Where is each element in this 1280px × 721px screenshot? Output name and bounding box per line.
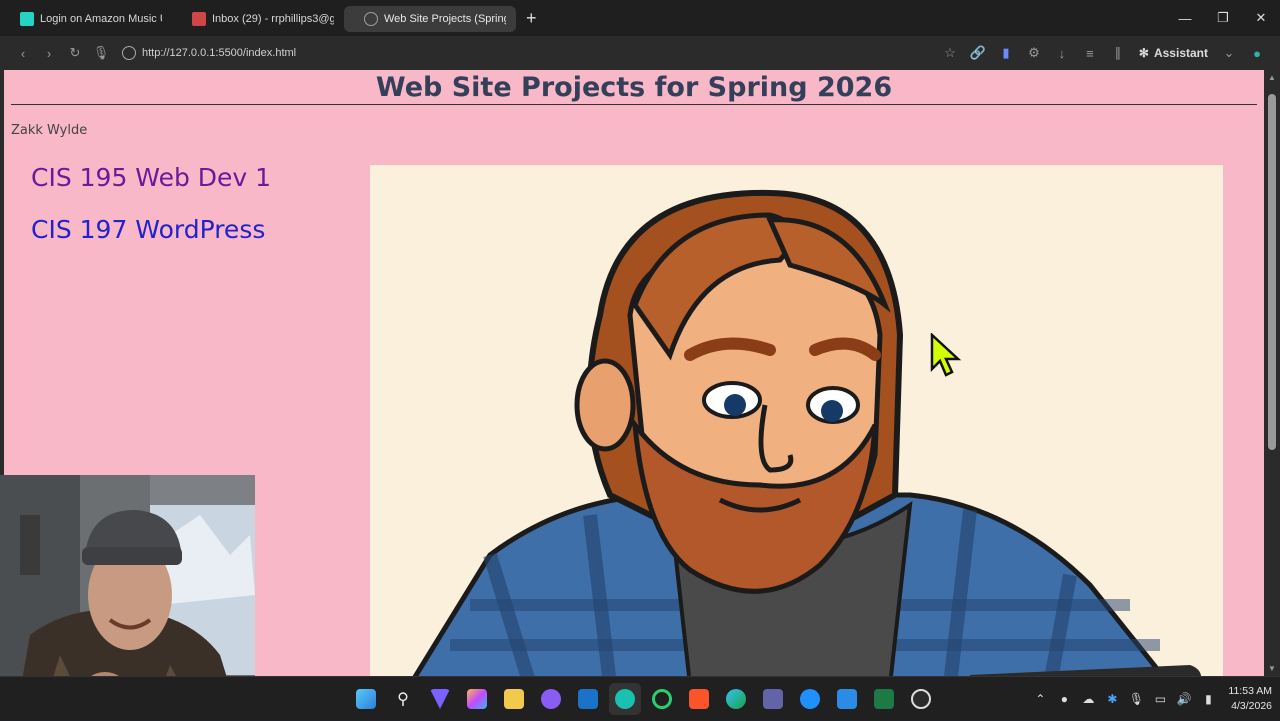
assistant-icon: ✻ — [1138, 46, 1149, 60]
folder-icon — [504, 689, 524, 709]
volume-icon[interactable]: 🔊 — [1176, 691, 1192, 707]
outlook-icon — [578, 689, 598, 709]
taskbar-app-obs[interactable] — [905, 683, 937, 715]
project-links: CIS 195 Web Dev 1 CIS 197 WordPress — [31, 162, 271, 266]
system-clock[interactable]: 11:53 AM 4/3/2026 — [1228, 684, 1272, 714]
taskbar-app-outlook[interactable] — [572, 683, 604, 715]
assistant-label: Assistant — [1153, 46, 1208, 60]
taskbar-app-copilot[interactable] — [461, 683, 493, 715]
taskbar-app-explorer[interactable] — [498, 683, 530, 715]
globe-icon — [364, 12, 378, 26]
amazon-music-favicon-icon — [20, 12, 34, 26]
brave-icon — [689, 689, 709, 709]
taskbar-app-brave[interactable] — [683, 683, 715, 715]
chevron-up-icon[interactable]: ⌃ — [1032, 691, 1048, 707]
mouse-cursor-icon — [930, 333, 962, 377]
close-icon[interactable]: ✕ — [1242, 0, 1280, 36]
search-button[interactable]: ⚲ — [387, 683, 419, 715]
taskbar-app-vivaldi[interactable] — [609, 683, 641, 715]
audio-wave-icon[interactable]: ∥ — [1105, 40, 1131, 66]
taskbar-app-circle[interactable] — [646, 683, 678, 715]
taskbar-app-vpn[interactable] — [424, 683, 456, 715]
copilot-icon — [467, 689, 487, 709]
taskbar-app-excel[interactable] — [868, 683, 900, 715]
forward-icon[interactable]: › — [36, 40, 62, 66]
new-tab-button[interactable]: + — [526, 8, 537, 29]
page-title: Web Site Projects for Spring 2026 — [375, 72, 893, 103]
start-button[interactable] — [350, 683, 382, 715]
tab-label: Web Site Projects (Spring — [384, 13, 506, 25]
scrollbar-thumb[interactable] — [1268, 94, 1276, 450]
tab-label: Login on Amazon Music U — [40, 13, 162, 25]
edge-icon — [726, 689, 746, 709]
windows-taskbar: ⚲ ⌃ ● ☁ ✱ 🎙 ▭ 🔊 ▮ 11:53 AM 4/3/2026 — [0, 676, 1280, 720]
tab-amazon-music[interactable]: Login on Amazon Music U — [0, 6, 172, 32]
microphone-tray-icon[interactable]: 🎙 — [1128, 691, 1144, 707]
clock-date: 4/3/2026 — [1231, 700, 1272, 712]
address-bar[interactable]: http://127.0.0.1:5500/index.html — [122, 40, 902, 66]
extensions-icon[interactable]: ⚙ — [1021, 40, 1047, 66]
battery-icon[interactable]: ▮ — [1200, 691, 1216, 707]
cartoon-portrait-svg — [412, 189, 1202, 676]
url-text: http://127.0.0.1:5500/index.html — [142, 47, 297, 59]
taskbar-app-edge[interactable] — [720, 683, 752, 715]
downloads-icon[interactable]: ↓ — [1049, 40, 1075, 66]
vscode-icon — [837, 689, 857, 709]
vertical-scrollbar[interactable]: ▲ ▼ — [1264, 70, 1280, 676]
browser-toolbar: ‹ › ↻ 🎙 http://127.0.0.1:5500/index.html… — [0, 36, 1280, 70]
menu-lines-icon[interactable]: ≡ — [1077, 40, 1103, 66]
restore-icon[interactable]: ❐ — [1204, 0, 1242, 36]
tab-strip: Login on Amazon Music U Inbox (29) - rrp… — [0, 0, 1280, 36]
taskbar-app-messenger[interactable] — [794, 683, 826, 715]
window-controls: — ❐ ✕ — [1166, 0, 1280, 36]
proton-pass-icon — [541, 689, 561, 709]
display-icon[interactable]: ▭ — [1152, 691, 1168, 707]
obs-icon — [911, 689, 931, 709]
cloud-icon[interactable]: ☁ — [1080, 691, 1096, 707]
minimize-icon[interactable]: — — [1166, 0, 1204, 36]
tab-label: Inbox (29) - rrphillips3@gr — [212, 13, 334, 25]
taskbar-app-teams[interactable] — [757, 683, 789, 715]
assistant-button[interactable]: ✻ Assistant — [1133, 46, 1214, 60]
scroll-up-icon[interactable]: ▲ — [1267, 73, 1277, 82]
tab-web-site-projects[interactable]: Web Site Projects (Spring — [344, 6, 516, 32]
system-tray: ⌃ ● ☁ ✱ 🎙 ▭ 🔊 ▮ 11:53 AM 4/3/2026 — [1032, 677, 1272, 721]
teams-icon — [763, 689, 783, 709]
toolbar-actions: ☆ 🔗 ▮ ⚙ ↓ ≡ ∥ ✻ Assistant ⌄ ● — [937, 36, 1270, 70]
ring-app-icon — [652, 689, 672, 709]
search-icon: ⚲ — [397, 691, 409, 708]
scroll-down-icon[interactable]: ▼ — [1267, 664, 1277, 673]
microphone-icon[interactable]: 🎙 — [88, 40, 114, 66]
profile-icon[interactable]: ● — [1244, 40, 1270, 66]
back-icon[interactable]: ‹ — [10, 40, 36, 66]
excel-icon — [874, 689, 894, 709]
bookmark-star-icon[interactable]: ☆ — [937, 40, 963, 66]
bitwarden-extension-icon[interactable]: ▮ — [993, 40, 1019, 66]
taskbar-app-proton-pass[interactable] — [535, 683, 567, 715]
chevron-down-icon[interactable]: ⌄ — [1216, 40, 1242, 66]
author-name: Zakk Wylde — [11, 123, 88, 138]
teams-tray-icon[interactable]: ● — [1056, 691, 1072, 707]
proton-vpn-icon — [430, 689, 450, 709]
taskbar-apps: ⚲ — [350, 683, 937, 715]
link-cis-197[interactable]: CIS 197 WordPress — [31, 214, 271, 246]
share-link-icon[interactable]: 🔗 — [965, 40, 991, 66]
cartoon-portrait-image — [370, 165, 1223, 676]
title-divider — [11, 104, 1257, 105]
browser-app-icon — [615, 689, 635, 709]
reload-icon[interactable]: ↻ — [62, 40, 88, 66]
gmail-favicon-icon — [192, 12, 206, 26]
windows-logo-icon — [356, 689, 376, 709]
clock-time: 11:53 AM — [1228, 685, 1272, 697]
site-info-icon[interactable] — [122, 46, 136, 60]
chat-bubble-icon — [800, 689, 820, 709]
tab-gmail-inbox[interactable]: Inbox (29) - rrphillips3@gr — [172, 6, 344, 32]
taskbar-app-vscode[interactable] — [831, 683, 863, 715]
link-cis-195[interactable]: CIS 195 Web Dev 1 — [31, 162, 271, 194]
bluetooth-icon[interactable]: ✱ — [1104, 691, 1120, 707]
